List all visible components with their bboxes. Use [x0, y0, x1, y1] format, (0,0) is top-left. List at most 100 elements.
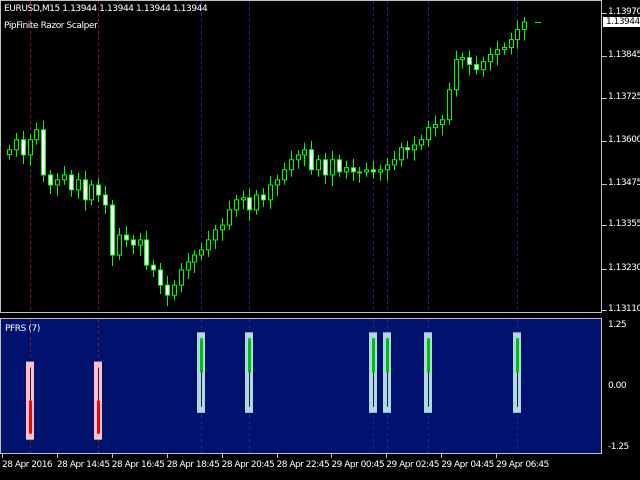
- candle-body-bull: [192, 254, 197, 263]
- current-price-label: 1.13944: [603, 17, 640, 27]
- candle-body-bear: [41, 129, 46, 176]
- candle: [337, 154, 342, 177]
- ind-axis-label: -1.25: [608, 442, 629, 452]
- candle-body-bear: [83, 179, 88, 201]
- time-tick: [166, 454, 168, 458]
- candle: [302, 142, 307, 166]
- ind-axis-label: 1.25: [608, 320, 627, 330]
- time-tick: [56, 454, 58, 458]
- buy-signal-bar: [427, 338, 430, 373]
- candle-body-bear: [124, 234, 129, 241]
- candle-body-bull: [227, 209, 232, 226]
- candle: [392, 150, 397, 170]
- candles-layer: [7, 1, 541, 312]
- candle-body-bull: [433, 124, 438, 129]
- time-label: 28 Apr 2016: [2, 460, 53, 470]
- candle: [28, 134, 33, 166]
- candle: [48, 169, 53, 194]
- candle: [474, 55, 479, 75]
- candle: [199, 242, 204, 261]
- candle: [385, 157, 390, 181]
- candle-body-bull: [289, 159, 294, 171]
- candle-body-bear: [158, 269, 163, 286]
- time-label: 29 Apr 06:45: [496, 460, 549, 470]
- candle-body-bull: [495, 49, 500, 55]
- candle: [488, 47, 493, 71]
- candle: [289, 150, 294, 177]
- candle-body-bear: [144, 239, 149, 266]
- candle: [254, 190, 259, 215]
- candle-body-bull: [316, 159, 321, 171]
- candle: [83, 170, 88, 211]
- candle: [110, 200, 115, 267]
- candle: [419, 134, 424, 150]
- candle-body-bull: [172, 284, 177, 296]
- candle: [186, 252, 191, 279]
- time-label: 29 Apr 00:45: [331, 460, 385, 470]
- candle: [330, 150, 335, 186]
- price-tick: [602, 56, 607, 58]
- candle-body-bear: [323, 159, 328, 176]
- candle: [213, 224, 218, 249]
- price-label: 1.13725: [608, 91, 640, 102]
- candle-body-bull: [14, 139, 19, 151]
- sell-signal-bar: [97, 400, 100, 434]
- candle: [296, 149, 301, 169]
- candle: [96, 177, 101, 203]
- candle: [151, 260, 156, 277]
- time-tick: [331, 454, 333, 458]
- time-label: 28 Apr 14:45: [56, 460, 110, 470]
- candle-body-bull: [138, 239, 143, 246]
- candle-body-bull: [76, 179, 81, 191]
- price-tick: [602, 268, 607, 270]
- time-tick: [386, 454, 388, 458]
- candle-body-bull: [454, 59, 459, 91]
- candle-body-bull: [117, 234, 122, 256]
- candle: [7, 144, 12, 160]
- sell-signal-bar: [29, 400, 32, 434]
- candle-body-bull: [330, 159, 335, 176]
- candle: [371, 160, 376, 179]
- candle-body-bear: [21, 139, 26, 156]
- candle-body-bull: [392, 159, 397, 166]
- candle-body-bull: [522, 21, 527, 31]
- candle: [495, 40, 500, 66]
- candle: [14, 132, 19, 157]
- candle: [241, 190, 246, 209]
- candle: [433, 115, 438, 137]
- candle-body-bear: [110, 204, 115, 256]
- candle: [165, 276, 170, 307]
- candle-body-bull: [502, 47, 507, 51]
- candle: [138, 232, 143, 257]
- candle-body-bull: [254, 194, 259, 211]
- candle-body-bull: [344, 167, 349, 173]
- candle-body-bull: [55, 179, 60, 186]
- candle-body-bull: [364, 169, 369, 173]
- candle-body-bull: [399, 147, 404, 161]
- candle: [412, 135, 417, 161]
- candle: [192, 250, 197, 273]
- candle: [522, 16, 527, 41]
- price-tick: [602, 140, 607, 142]
- candle: [103, 186, 108, 215]
- candle-body-bull: [199, 249, 204, 256]
- candle-body-bull: [426, 127, 431, 141]
- candle: [89, 179, 94, 205]
- candle: [227, 200, 232, 231]
- candle: [454, 50, 459, 97]
- buy-signal-bar: [200, 338, 203, 373]
- candle-body-bull: [241, 197, 246, 201]
- candle: [268, 175, 273, 209]
- candle: [364, 162, 369, 177]
- candle-body-bear: [131, 239, 136, 246]
- candle-body-bear: [371, 169, 376, 173]
- price-label: 1.13845: [608, 50, 640, 61]
- price-tick: [602, 310, 607, 311]
- candle-body-bull: [7, 149, 12, 156]
- candle-body-bull: [481, 61, 486, 71]
- price-tick: [602, 13, 607, 14]
- price-label: 1.13475: [608, 177, 640, 188]
- time-tick: [496, 454, 498, 458]
- price-label: 1.13110: [608, 304, 640, 314]
- candle-body-bull: [179, 269, 184, 286]
